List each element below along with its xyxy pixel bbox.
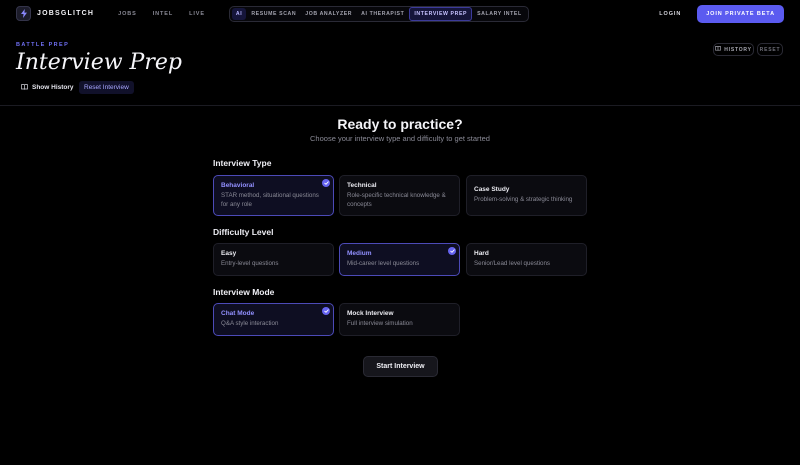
option-title: Technical	[347, 181, 377, 189]
join-beta-button[interactable]: JOIN PRIVATE BETA	[697, 4, 784, 23]
tab-job-analyzer[interactable]: JOB ANALYZER	[301, 8, 356, 20]
tools-tab-group: AI RESUME SCAN JOB ANALYZER AI THERAPIST…	[228, 5, 529, 22]
logo-text: JOBSGLITCH	[37, 10, 95, 17]
history-label: HISTORY	[724, 46, 752, 53]
show-history-button[interactable]: Show History	[16, 81, 79, 94]
option-chat-mode[interactable]: Chat Mode Q&A style interaction	[213, 303, 334, 336]
nav-right: LOGIN JOIN PRIVATE BETA	[659, 4, 784, 23]
tab-salary-intel[interactable]: SALARY INTEL	[473, 8, 526, 20]
book-icon	[715, 46, 722, 53]
main-subtitle: Choose your interview type and difficult…	[310, 134, 490, 143]
page-eyebrow: BATTLE PREP	[16, 42, 70, 48]
check-icon	[322, 307, 330, 315]
nav-link-intel[interactable]: INTEL	[153, 11, 173, 17]
option-desc: Q&A style interaction	[221, 320, 279, 327]
start-interview-button[interactable]: Start Interview	[363, 356, 438, 377]
tab-interview-prep[interactable]: INTERVIEW PREP	[409, 6, 473, 21]
nav-link-live[interactable]: LIVE	[189, 11, 205, 17]
main-title: Ready to practice?	[337, 116, 463, 132]
option-desc: Problem-solving & strategic thinking	[474, 196, 573, 203]
interview-mode-label: Interview Mode	[213, 287, 275, 297]
show-history-label: Show History	[32, 84, 74, 91]
option-easy[interactable]: Easy Entry-level questions	[213, 243, 334, 276]
nav-link-jobs[interactable]: JOBS	[118, 11, 137, 17]
reset-button[interactable]: RESET	[757, 43, 783, 56]
bolt-icon	[16, 6, 31, 21]
header-divider	[0, 105, 800, 106]
login-link[interactable]: LOGIN	[659, 11, 681, 17]
check-icon	[448, 247, 456, 255]
top-nav: JOBSGLITCH JOBS INTEL LIVE AI RESUME SCA…	[0, 0, 800, 27]
option-case-study[interactable]: Case Study Problem-solving & strategic t…	[466, 175, 587, 216]
option-desc: Full interview simulation	[347, 320, 413, 327]
page-title: Interview Prep	[16, 50, 182, 75]
reset-interview-button[interactable]: Reset Interview	[79, 81, 134, 94]
option-desc: Role-specific technical knowledge & conc…	[347, 191, 446, 208]
option-medium[interactable]: Medium Mid-career level questions	[339, 243, 460, 276]
option-hard[interactable]: Hard Senior/Lead level questions	[466, 243, 587, 276]
option-title: Case Study	[474, 186, 510, 193]
option-title: Chat Mode	[221, 310, 255, 317]
history-button[interactable]: HISTORY	[713, 43, 754, 56]
logo[interactable]: JOBSGLITCH	[16, 6, 94, 21]
option-desc: Senior/Lead level questions	[474, 260, 551, 267]
tab-ai-therapist[interactable]: AI THERAPIST	[357, 8, 408, 20]
difficulty-label: Difficulty Level	[213, 227, 274, 237]
nav-links: JOBS INTEL LIVE	[118, 11, 205, 17]
option-desc: Mid-career level questions	[347, 260, 420, 267]
option-behavioral[interactable]: Behavioral STAR method, situational ques…	[213, 175, 334, 216]
option-title: Mock Interview	[347, 310, 394, 317]
tab-ai[interactable]: AI	[231, 7, 247, 20]
option-desc: Entry-level questions	[221, 260, 279, 267]
option-title: Medium	[347, 250, 372, 257]
option-title: Hard	[474, 250, 489, 257]
option-title: Behavioral	[221, 181, 255, 189]
option-title: Easy	[221, 250, 237, 257]
tab-resume-scan[interactable]: RESUME SCAN	[247, 8, 300, 20]
option-desc: STAR method, situational questions for a…	[221, 191, 319, 208]
book-icon	[21, 83, 28, 92]
option-technical[interactable]: Technical Role-specific technical knowle…	[339, 175, 460, 216]
option-mock-interview[interactable]: Mock Interview Full interview simulation	[339, 303, 460, 336]
interview-type-label: Interview Type	[213, 158, 272, 168]
check-icon	[322, 179, 330, 187]
